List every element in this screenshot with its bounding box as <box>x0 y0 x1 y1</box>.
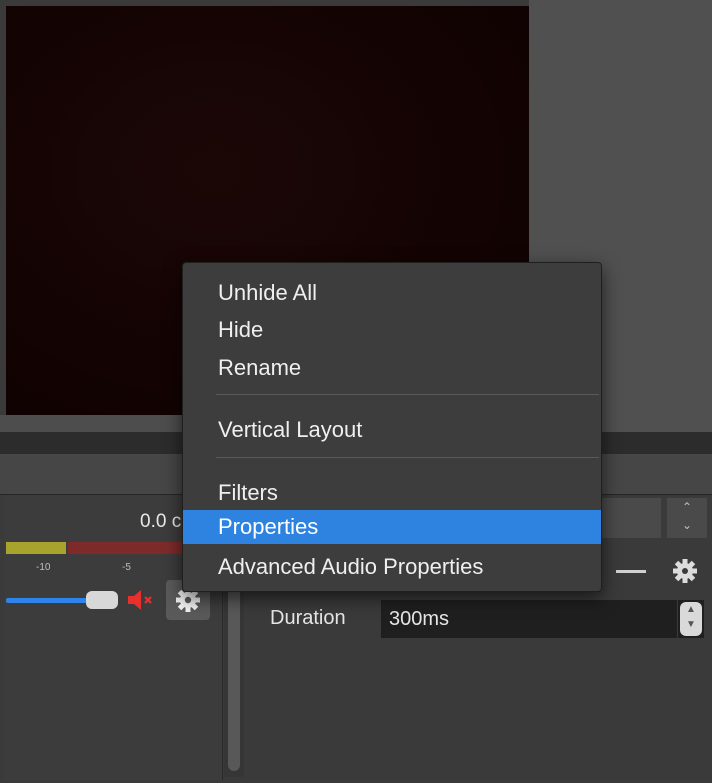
menu-item-advanced-audio-properties[interactable]: Advanced Audio Properties <box>183 550 601 584</box>
meter-ticks: -10 -5 <box>6 556 196 578</box>
volume-slider-track[interactable] <box>6 598 90 603</box>
volume-slider-handle[interactable] <box>86 591 118 609</box>
menu-separator <box>216 457 599 458</box>
duration-label: Duration <box>270 607 346 629</box>
mute-icon[interactable] <box>126 588 156 612</box>
menu-separator <box>216 394 599 395</box>
duration-spinner-button[interactable]: ▲ ▼ <box>680 602 702 636</box>
meter-low-segment <box>6 542 66 554</box>
meter-high-segment <box>68 542 184 554</box>
tick-label: -10 <box>36 562 51 573</box>
menu-item-unhide-all[interactable]: Unhide All <box>183 276 601 310</box>
volume-meter <box>6 542 184 554</box>
minus-icon[interactable] <box>616 570 646 573</box>
transition-select[interactable] <box>596 498 661 538</box>
menu-item-hide[interactable]: Hide <box>183 313 601 347</box>
tick-label: -5 <box>122 562 131 573</box>
menu-item-filters[interactable]: Filters <box>183 476 601 510</box>
transition-gear-icon[interactable] <box>668 554 702 588</box>
mixer-volume-readout: 0.0 c <box>140 511 182 532</box>
context-menu: Unhide All Hide Rename Vertical Layout F… <box>182 262 602 592</box>
menu-item-properties[interactable]: Properties <box>183 510 601 544</box>
duration-input[interactable]: 300ms <box>381 600 677 638</box>
menu-item-rename[interactable]: Rename <box>183 351 601 385</box>
spinner-icon[interactable]: ⌃ ⌄ <box>666 498 707 538</box>
menu-item-vertical-layout[interactable]: Vertical Layout <box>183 413 601 447</box>
